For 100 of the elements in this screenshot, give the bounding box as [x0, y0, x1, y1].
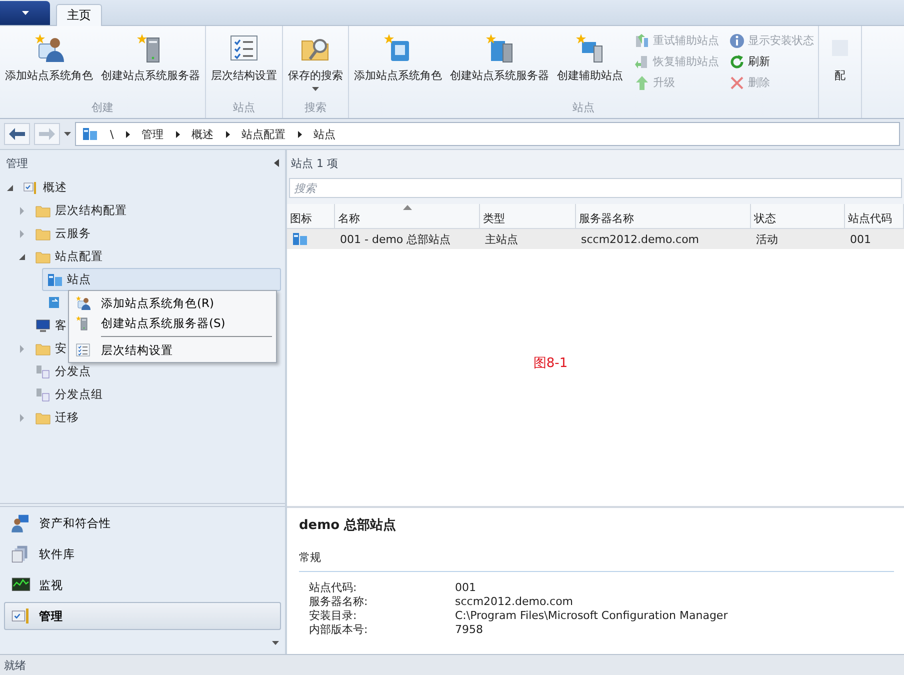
ribbon-button[interactable]: 创建站点系统服务器 — [447, 30, 552, 85]
person-sparkle-icon — [33, 32, 65, 64]
checklist-tools-icon — [23, 180, 39, 196]
collapsed-arrow-icon[interactable] — [18, 414, 26, 422]
field-label: 站点代码: — [309, 581, 358, 595]
list-header: 站点 1 项 — [291, 156, 338, 170]
person-sparkle-icon — [75, 295, 91, 311]
field-value: 001 — [455, 581, 477, 595]
ribbon-button[interactable]: 保存的搜索 — [285, 30, 346, 93]
collapsed-arrow-icon[interactable] — [18, 344, 26, 352]
ribbon-button[interactable]: 配 — [821, 30, 859, 85]
server-group-icon — [35, 364, 51, 380]
details-title: demo 总部站点 — [299, 516, 398, 534]
pane-title: 管理 — [6, 156, 28, 170]
info-icon — [729, 32, 745, 48]
person-computer-icon — [11, 513, 31, 533]
table-cell: 001 - demo 总部站点 — [335, 229, 480, 249]
expanded-arrow-icon[interactable] — [6, 184, 14, 192]
server-document-sparkle-icon — [484, 32, 516, 64]
field-label: 服务器名称: — [309, 595, 369, 609]
breadcrumb[interactable]: 管理 — [138, 126, 168, 142]
tree-item-label[interactable]: 客 — [55, 318, 67, 333]
column-header[interactable]: 站点代码 — [845, 204, 904, 229]
server-arrow-icon — [634, 54, 650, 70]
checklist-tools-icon — [11, 606, 31, 626]
ribbon-button[interactable]: 创建辅助站点 — [554, 30, 626, 85]
table-cell: 活动 — [751, 229, 845, 249]
checklist-icon — [75, 342, 91, 358]
column-header[interactable]: 类型 — [480, 204, 576, 229]
column-header[interactable]: 服务器名称 — [576, 204, 751, 229]
search-field[interactable]: 搜索 — [289, 178, 902, 198]
breadcrumb[interactable]: 站点配置 — [238, 126, 290, 142]
ribbon-button[interactable]: 添加站点系统角色 — [351, 30, 445, 85]
address-field[interactable]: \ 管理 概述 站点配置 站点 — [75, 122, 900, 146]
back-arrow-icon — [9, 128, 25, 140]
column-header[interactable]: 名称 — [335, 204, 480, 229]
menu-item[interactable]: 创建站点系统服务器(S) — [71, 313, 274, 333]
field-value: C:\Program Files\Microsoft Configuration Manager — [455, 609, 729, 623]
chevron-right-icon — [298, 130, 302, 138]
field-label: 内部版本号: — [309, 623, 369, 637]
more-caret-icon — [272, 641, 279, 645]
collapsed-arrow-icon[interactable] — [18, 230, 26, 238]
up-arrow-icon — [634, 74, 650, 90]
tree-item-label[interactable]: 分发点组 — [55, 387, 103, 402]
ribbon-tab[interactable]: 主页 — [56, 4, 102, 26]
expanded-arrow-icon[interactable] — [18, 252, 26, 260]
column-header[interactable]: 状态 — [751, 204, 845, 229]
breadcrumb[interactable]: \ — [106, 128, 118, 140]
ribbon-button[interactable]: 添加站点系统角色 — [2, 30, 96, 85]
chevron-right-icon — [226, 130, 230, 138]
workspace-button[interactable]: 监视 — [4, 571, 281, 599]
tree-item-label[interactable]: 迁移 — [55, 410, 79, 425]
ribbon-button[interactable]: 创建站点系统服务器 — [98, 30, 203, 85]
refresh-icon — [729, 54, 745, 70]
tree-item-label[interactable]: 安 — [55, 341, 67, 356]
tree-item-label[interactable]: 分发点 — [55, 364, 91, 379]
table-cell: 主站点 — [480, 229, 576, 249]
workspace-button[interactable]: 资产和符合性 — [4, 509, 281, 537]
group-label: 站点 — [572, 100, 596, 116]
caret-icon — [312, 87, 319, 91]
workspace-button[interactable]: 软件库 — [4, 540, 281, 568]
chevron-right-icon — [176, 130, 180, 138]
table-cell: sccm2012.demo.com — [576, 229, 751, 249]
monitor-icon — [35, 318, 51, 334]
breadcrumb[interactable]: 概述 — [188, 126, 218, 142]
group-label: 站点 — [232, 100, 256, 116]
delete-icon — [729, 74, 745, 90]
field-label: 安装目录: — [309, 609, 358, 623]
field-value: sccm2012.demo.com — [455, 595, 574, 609]
ribbon-small-button[interactable]: 刷新 — [727, 51, 816, 72]
server-group-icon — [35, 386, 51, 402]
tree-item-label[interactable]: 云服务 — [55, 226, 91, 241]
column-header[interactable]: 图标 — [287, 204, 335, 229]
figure-caption: 图8-1 — [533, 354, 569, 372]
application-menu-button[interactable] — [0, 1, 50, 25]
forward-arrow-icon — [39, 128, 55, 140]
back-button[interactable] — [4, 123, 30, 145]
tree-item-label[interactable]: 站点 — [67, 272, 91, 287]
tree-item-label[interactable]: 层次结构配置 — [55, 203, 127, 218]
site-icon — [47, 272, 63, 288]
site-icon — [292, 231, 308, 247]
workspace-button[interactable]: 管理 — [4, 602, 281, 630]
field-value: 7958 — [455, 623, 484, 637]
caret-icon — [22, 11, 28, 15]
tree-item-label[interactable]: 站点配置 — [55, 249, 103, 264]
selected-tree-item[interactable]: 站点 — [42, 268, 281, 291]
collapsed-arrow-icon[interactable] — [18, 206, 26, 214]
ribbon-button[interactable]: 层次结构设置 — [208, 30, 280, 85]
table-cell: 001 — [845, 229, 904, 249]
chevron-right-icon — [126, 130, 130, 138]
breadcrumb[interactable]: 站点 — [310, 126, 340, 142]
menu-item[interactable]: 添加站点系统角色(R) — [71, 293, 274, 313]
history-caret-icon — [64, 132, 71, 136]
sort-arrow-icon — [403, 205, 412, 210]
menu-item[interactable]: 层次结构设置 — [71, 340, 274, 360]
section-heading: 常规 — [299, 550, 894, 572]
server-arrow-icon — [634, 32, 650, 48]
collapse-pane-icon[interactable] — [274, 159, 279, 167]
group-label: 搜索 — [304, 100, 328, 116]
tree-item-label[interactable]: 概述 — [43, 180, 67, 195]
